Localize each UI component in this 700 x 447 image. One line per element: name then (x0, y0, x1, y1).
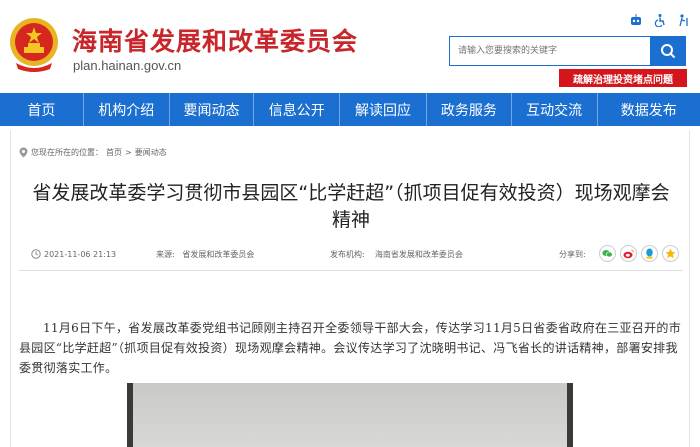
article-meta: 2021-11-06 21:13 来源: 省发展和改革委员会 发布机构: 海南省… (19, 245, 683, 269)
breadcrumb-separator: > (125, 148, 132, 157)
source-label: 来源: (156, 250, 175, 259)
breadcrumb: 您现在所在的位置： 首页 > 要闻动态 (19, 147, 167, 158)
eldercare-icon[interactable] (676, 12, 692, 28)
publisher: 发布机构: 海南省发展和改革委员会 (330, 249, 463, 260)
article-panel: 您现在所在的位置： 首页 > 要闻动态 省发展改革委学习贯彻市县园区“比学赶超”… (10, 130, 690, 447)
accessibility-icon[interactable] (652, 12, 668, 28)
article-photo (127, 383, 573, 447)
source: 来源: 省发展和改革委员会 (156, 249, 254, 260)
site-title[interactable]: 海南省发展和改革委员会 (72, 22, 358, 58)
meta-divider (19, 270, 683, 271)
nav-item-services[interactable]: 政务服务 (427, 93, 512, 126)
article-title: 省发展改革委学习贯彻市县园区“比学赶超”（抓项目促有效投资）现场观摩会精神 (32, 182, 670, 231)
weibo-share-icon[interactable] (620, 245, 637, 262)
nav-item-data[interactable]: 数据发布 (598, 93, 700, 126)
location-pin-icon (19, 147, 28, 158)
nav-item-interpretation[interactable]: 解读回应 (340, 93, 427, 126)
nav-item-disclosure[interactable]: 信息公开 (254, 93, 341, 126)
breadcrumb-prefix: 您现在所在的位置： (31, 148, 103, 157)
search-box (449, 36, 686, 66)
article-body: 11月6日下午，省发展改革委党组书记顾刚主持召开全委领导干部大会，传达学习11月… (19, 321, 682, 375)
wechat-share-icon[interactable] (599, 245, 616, 262)
nav-item-about[interactable]: 机构介绍 (84, 93, 170, 126)
qq-share-icon[interactable] (641, 245, 658, 262)
national-emblem-logo[interactable] (6, 15, 62, 75)
share-icons (599, 245, 679, 262)
robot-icon[interactable] (628, 12, 644, 28)
share-label: 分享到: (559, 250, 586, 259)
qzone-share-icon[interactable] (662, 245, 679, 262)
top-toolbar (628, 12, 692, 28)
breadcrumb-home[interactable]: 首页 (106, 147, 122, 158)
publisher-label: 发布机构: (330, 250, 365, 259)
publish-date: 2021-11-06 21:13 (31, 249, 116, 259)
site-header: 海南省发展和改革委员会 plan.hainan.gov.cn 疏解治理投资堵点问… (0, 0, 700, 93)
publisher-value: 海南省发展和改革委员会 (374, 250, 463, 259)
search-icon (660, 44, 675, 59)
nav-item-news[interactable]: 要闻动态 (170, 93, 255, 126)
topic-banner[interactable]: 疏解治理投资堵点问题 (559, 69, 687, 87)
nav-item-home[interactable]: 首页 (0, 93, 84, 126)
publish-date-text: 2021-11-06 21:13 (44, 249, 117, 259)
clock-icon (31, 249, 41, 259)
site-domain: plan.hainan.gov.cn (73, 58, 182, 73)
search-input[interactable] (450, 37, 651, 65)
source-value: 省发展和改革委员会 (182, 250, 255, 259)
nav-item-interaction[interactable]: 互动交流 (512, 93, 598, 126)
search-button[interactable] (650, 37, 685, 65)
main-nav: 首页 机构介绍 要闻动态 信息公开 解读回应 政务服务 互动交流 数据发布 (0, 93, 700, 126)
breadcrumb-current[interactable]: 要闻动态 (135, 147, 167, 158)
